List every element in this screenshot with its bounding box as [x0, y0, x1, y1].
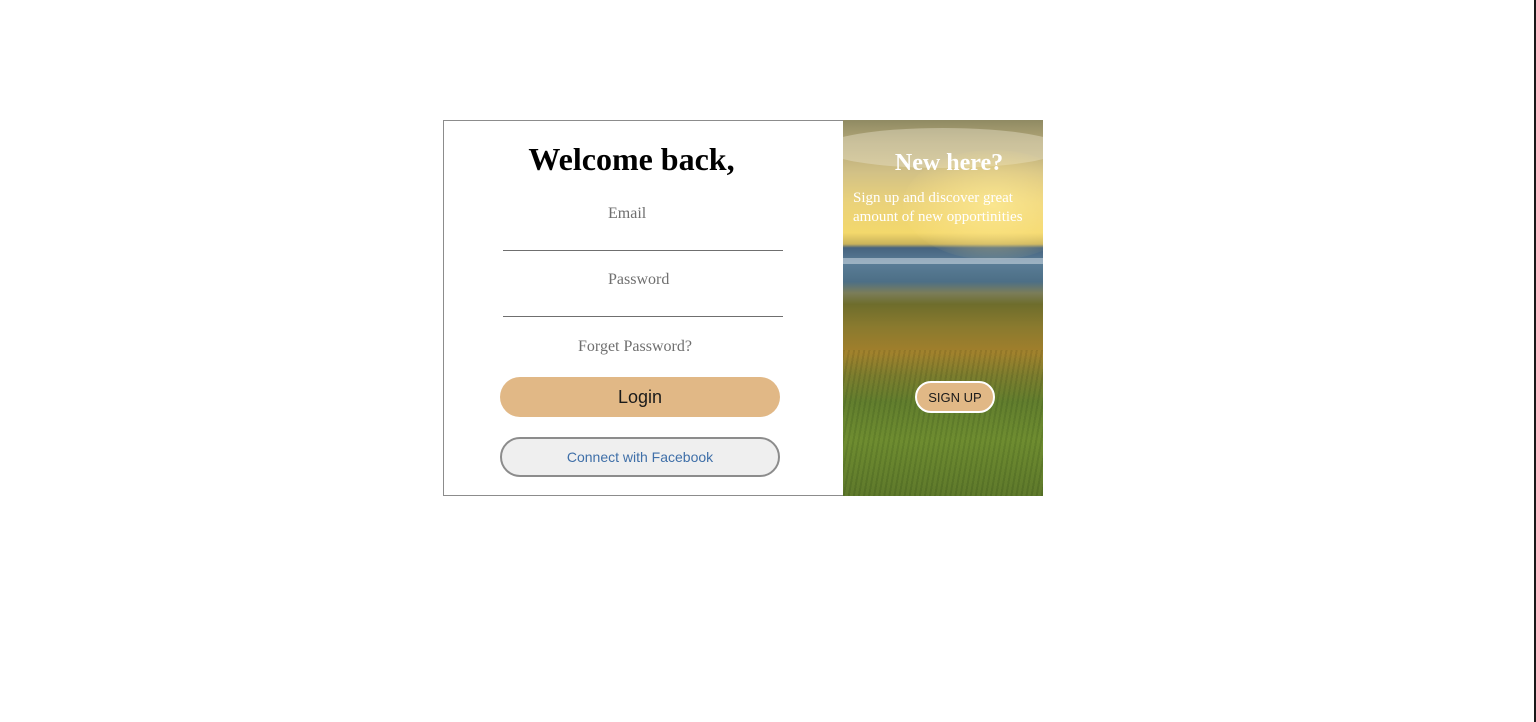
email-field[interactable]: [503, 228, 783, 251]
forget-password-link[interactable]: Forget Password?: [578, 338, 692, 356]
signup-description-line-1: Sign up and discover great: [853, 190, 1013, 206]
login-button[interactable]: Login: [500, 377, 780, 417]
background-sea: [843, 258, 1043, 264]
background-grass: [843, 350, 1043, 496]
signup-description: Sign up and discover great amount of new…: [853, 189, 1039, 227]
email-label: Email: [608, 205, 647, 222]
signup-panel: New here? Sign up and discover great amo…: [843, 120, 1043, 496]
sign-up-button[interactable]: SIGN UP: [915, 381, 995, 413]
welcome-title: Welcome back,: [528, 141, 735, 177]
login-panel: Welcome back, Email Password Forget Pass…: [443, 120, 844, 496]
new-here-title: New here?: [894, 150, 1004, 176]
auth-card: Welcome back, Email Password Forget Pass…: [443, 120, 1043, 496]
connect-facebook-button[interactable]: Connect with Facebook: [500, 437, 780, 477]
signup-description-line-2: amount of new opportinities: [853, 209, 1023, 225]
password-field[interactable]: [503, 294, 783, 317]
password-label: Password: [608, 271, 670, 288]
